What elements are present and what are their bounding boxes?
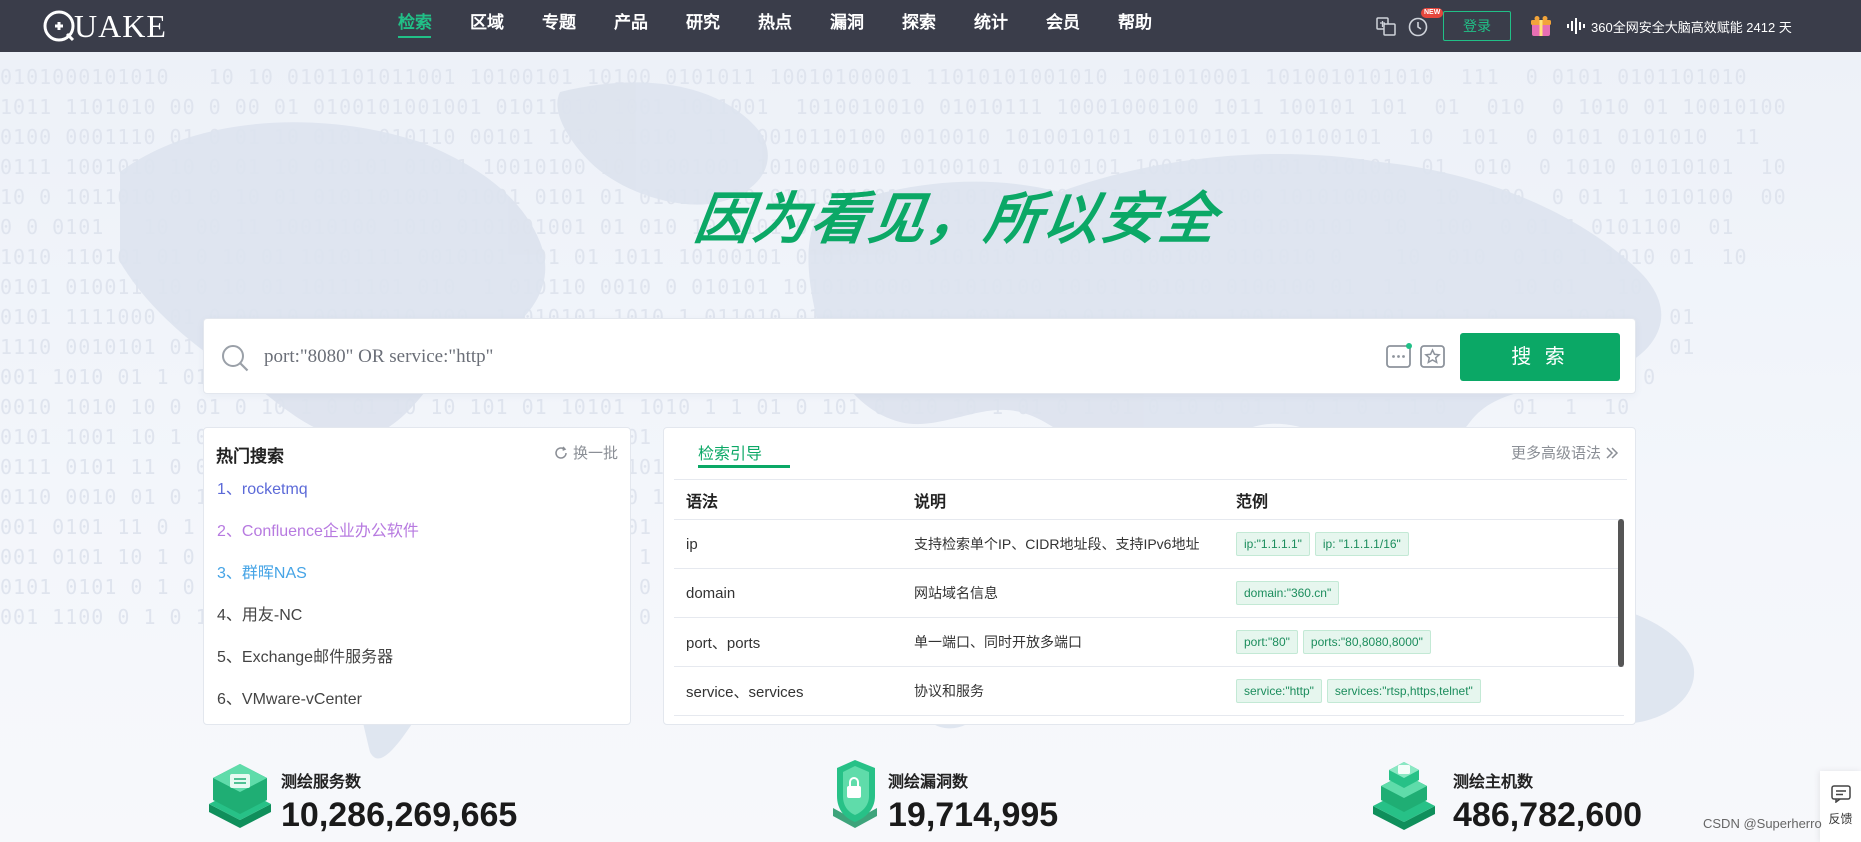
translate-icon[interactable] — [1375, 15, 1397, 37]
sound-wave-icon — [1567, 18, 1585, 34]
example-cell: domain:"360.cn" — [1234, 581, 1624, 605]
hot-search-item[interactable]: 4、用友-NC — [217, 604, 419, 646]
search-guide-panel: 检索引导 更多高级语法 语法 说明 范例 ip 支持检索单个IP、CIDR地址段… — [663, 427, 1636, 725]
table-row: domain 网站域名信息 domain:"360.cn" — [674, 569, 1624, 618]
refresh-batch-button[interactable]: 换一批 — [554, 442, 618, 463]
header-actions: NEW 登录 360全网安全大脑高效赋能 2412 天 — [1375, 0, 1792, 52]
example-tag[interactable]: ports:"80,8080,8000" — [1302, 630, 1431, 654]
server-stack-icon — [209, 764, 271, 828]
quake-logo[interactable]: UAKE — [42, 6, 167, 46]
table-scrollbar[interactable] — [1618, 519, 1624, 667]
top-navbar: UAKE 检索 区域 专题 产品 研究 热点 漏洞 探索 统计 会员 帮助 NE… — [0, 0, 1861, 52]
nav-statistics[interactable]: 统计 — [974, 0, 1046, 52]
login-button[interactable]: 登录 — [1443, 11, 1511, 41]
syntax-cell: service、services — [686, 683, 804, 701]
description-cell: 单一端口、同时开放多端口 — [914, 634, 1082, 650]
feedback-button[interactable]: 反馈 — [1820, 771, 1861, 842]
table-row: service、services 协议和服务 service:"http" se… — [674, 667, 1624, 716]
example-tag[interactable]: services:"rtsp,https,telnet" — [1326, 679, 1481, 703]
gift-icon[interactable] — [1529, 14, 1553, 38]
example-tag[interactable]: ip:"1.1.1.1" — [1236, 532, 1310, 556]
feedback-label: 反馈 — [1828, 812, 1853, 826]
example-cell: ip:"1.1.1.1" ip: "1.1.1.1/16" — [1234, 532, 1624, 556]
hot-search-item[interactable]: 1、rocketmq — [217, 478, 419, 520]
stat-label: 测绘服务数 — [281, 774, 362, 791]
description-cell: 支持检索单个IP、CIDR地址段、支持IPv6地址 — [914, 536, 1200, 552]
description-cell: 网站域名信息 — [914, 585, 998, 601]
example-tag[interactable]: ip: "1.1.1.1/16" — [1314, 532, 1409, 556]
stat-value: 486,782,600 — [1453, 796, 1643, 834]
example-cell: port:"80" ports:"80,8080,8000" — [1234, 630, 1624, 654]
new-badge: NEW — [1421, 8, 1444, 18]
favorite-star-icon[interactable] — [1419, 342, 1447, 370]
example-tag[interactable]: domain:"360.cn" — [1236, 581, 1340, 605]
refresh-label: 换一批 — [572, 445, 618, 462]
host-stack-icon — [1373, 762, 1435, 830]
runtime-text: 360全网安全大脑高效赋能 2412 天 — [1591, 19, 1792, 35]
search-input[interactable] — [264, 337, 1564, 377]
table-row: ip 支持检索单个IP、CIDR地址段、支持IPv6地址 ip:"1.1.1.1… — [674, 520, 1624, 569]
ai-chat-icon[interactable] — [1385, 342, 1413, 370]
syntax-cell: port、ports — [686, 634, 761, 652]
search-button[interactable]: 搜 索 — [1460, 333, 1620, 381]
refresh-icon — [555, 445, 567, 459]
nav-research[interactable]: 研究 — [686, 0, 758, 52]
hot-search-list: 1、rocketmq 2、Confluence企业办公软件 3、群晖NAS 4、… — [217, 478, 419, 730]
nav-explore[interactable]: 探索 — [902, 0, 974, 52]
syntax-table: 语法 说明 范例 ip 支持检索单个IP、CIDR地址段、支持IPv6地址 ip… — [674, 480, 1624, 716]
quake-logo-icon — [43, 10, 75, 42]
hero-slogan: 因为看见，所以安全 — [691, 187, 1222, 250]
double-chevron-right-icon — [1606, 446, 1619, 459]
column-header-example: 范例 — [1236, 493, 1269, 511]
search-bar: 搜 索 — [203, 318, 1636, 394]
example-cell: service:"http" services:"rtsp,https,teln… — [1234, 679, 1624, 703]
column-header-syntax: 语法 — [686, 493, 719, 511]
watermark-text: CSDN @Superherro — [1703, 816, 1822, 831]
main-nav: 检索 区域 专题 产品 研究 热点 漏洞 探索 统计 会员 帮助 — [398, 0, 1190, 52]
history-clock-icon[interactable]: NEW — [1407, 8, 1444, 37]
description-cell: 协议和服务 — [914, 683, 984, 699]
hot-search-panel: 热门搜索 换一批 1、rocketmq 2、Confluence企业办公软件 3… — [203, 427, 631, 725]
nav-membership[interactable]: 会员 — [1046, 0, 1118, 52]
hot-search-item[interactable]: 2、Confluence企业办公软件 — [217, 520, 419, 562]
nav-topic[interactable]: 专题 — [542, 0, 614, 52]
nav-hotspot[interactable]: 热点 — [758, 0, 830, 52]
search-icon — [222, 345, 249, 372]
more-syntax-label: 更多高级语法 — [1510, 445, 1601, 462]
logo-text: UAKE — [74, 7, 167, 44]
column-header-description: 说明 — [914, 493, 947, 511]
syntax-cell: ip — [686, 535, 698, 553]
nav-search[interactable]: 检索 — [398, 0, 470, 52]
nav-region[interactable]: 区域 — [470, 0, 542, 52]
stat-value: 10,286,269,665 — [281, 796, 518, 834]
hot-search-item[interactable]: 6、VMware-vCenter — [217, 688, 419, 730]
nav-help[interactable]: 帮助 — [1118, 0, 1190, 52]
table-row: port、ports 单一端口、同时开放多端口 port:"80" ports:… — [674, 618, 1624, 667]
stat-value: 19,714,995 — [888, 796, 1059, 834]
example-tag[interactable]: service:"http" — [1236, 679, 1322, 703]
table-header: 语法 说明 范例 — [674, 480, 1624, 520]
nav-vulnerability[interactable]: 漏洞 — [830, 0, 902, 52]
nav-product[interactable]: 产品 — [614, 0, 686, 52]
feedback-icon — [1830, 785, 1851, 804]
tab-search-guide[interactable]: 检索引导 — [698, 440, 762, 464]
example-tag[interactable]: port:"80" — [1236, 630, 1298, 654]
stat-label: 测绘主机数 — [1453, 774, 1534, 791]
more-syntax-link[interactable]: 更多高级语法 — [1511, 442, 1619, 463]
syntax-cell: domain — [686, 584, 736, 602]
hot-search-item[interactable]: 3、群晖NAS — [217, 562, 419, 604]
hot-search-item[interactable]: 5、Exchange邮件服务器 — [217, 646, 419, 688]
stat-label: 测绘漏洞数 — [888, 774, 969, 791]
active-tab-indicator — [698, 465, 790, 468]
hot-search-title: 热门搜索 — [216, 447, 284, 466]
